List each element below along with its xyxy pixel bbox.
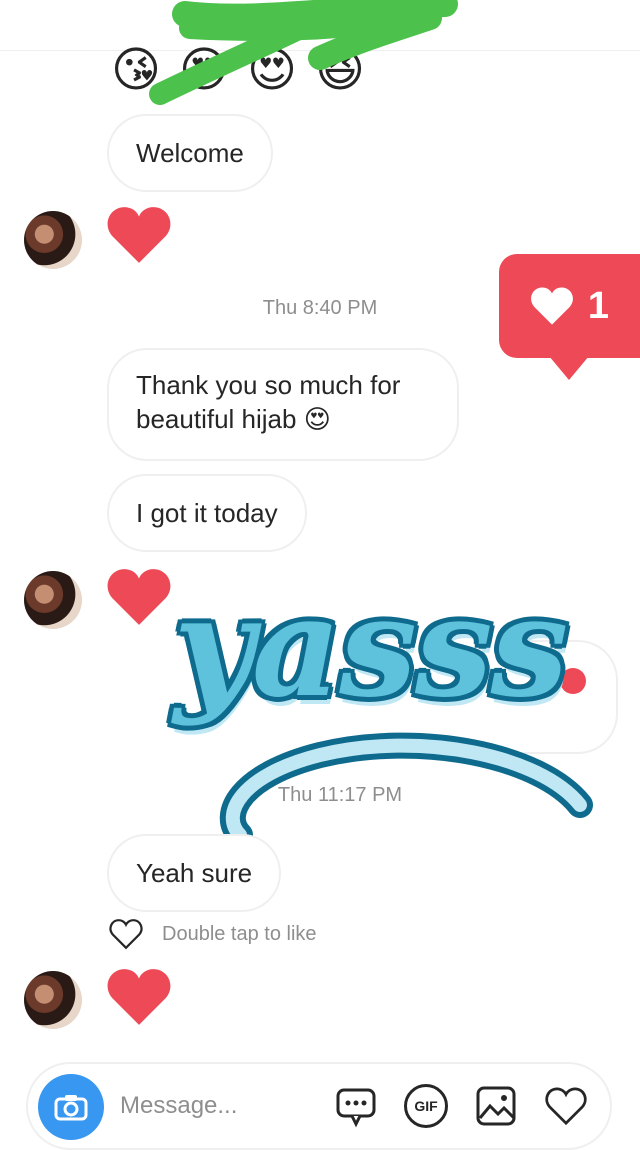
- heart-outline-icon[interactable]: [108, 918, 144, 950]
- emoji-heart-eyes-2[interactable]: 😍: [244, 42, 300, 98]
- double-tap-hint-row: Double tap to like: [108, 918, 317, 950]
- emoji-laugh[interactable]: 😆: [312, 42, 368, 98]
- sticker-text: yasss: [173, 565, 569, 728]
- chat-bubble-icon[interactable]: [334, 1084, 378, 1128]
- camera-button[interactable]: [38, 1074, 104, 1140]
- heart-reaction-icon[interactable]: [106, 967, 172, 1027]
- double-tap-hint: Double tap to like: [162, 922, 317, 945]
- avatar[interactable]: [24, 211, 82, 269]
- message-input[interactable]: Message...: [120, 1092, 237, 1120]
- message-composer: Message... GIF: [26, 1062, 612, 1150]
- message-bubble-yeah-sure[interactable]: Yeah sure: [107, 834, 282, 912]
- message-bubble-thanks[interactable]: Thank you so much for beautiful hijab 😍: [107, 348, 459, 461]
- message-text: Welcome: [136, 138, 244, 168]
- message-text: Yeah sure: [136, 858, 253, 888]
- yasss-sticker: yasss: [150, 565, 593, 845]
- message-bubble-got-it[interactable]: I got it today: [107, 474, 307, 552]
- message-bubble-welcome[interactable]: Welcome: [107, 114, 273, 192]
- gif-icon[interactable]: GIF: [404, 1084, 448, 1128]
- emoji-kiss[interactable]: 😘: [108, 42, 164, 98]
- gif-label: GIF: [414, 1098, 438, 1114]
- heart-icon[interactable]: [544, 1084, 588, 1128]
- timestamp: Thu 8:40 PM: [262, 297, 378, 319]
- message-text: Thank you so much for beautiful hijab: [136, 370, 401, 434]
- emoji-heart-eyes[interactable]: 😍: [176, 42, 232, 98]
- heart-reaction-icon[interactable]: [106, 205, 172, 265]
- heart-eyes-emoji: 😍: [303, 405, 331, 435]
- notification-tail: [549, 356, 589, 380]
- reaction-emoji-row: 😘 😍 😍 😆: [108, 42, 368, 98]
- message-text: I got it today: [136, 498, 278, 528]
- gallery-icon[interactable]: [474, 1084, 518, 1128]
- avatar[interactable]: [24, 971, 82, 1029]
- camera-icon: [54, 1095, 88, 1121]
- avatar[interactable]: [24, 571, 82, 629]
